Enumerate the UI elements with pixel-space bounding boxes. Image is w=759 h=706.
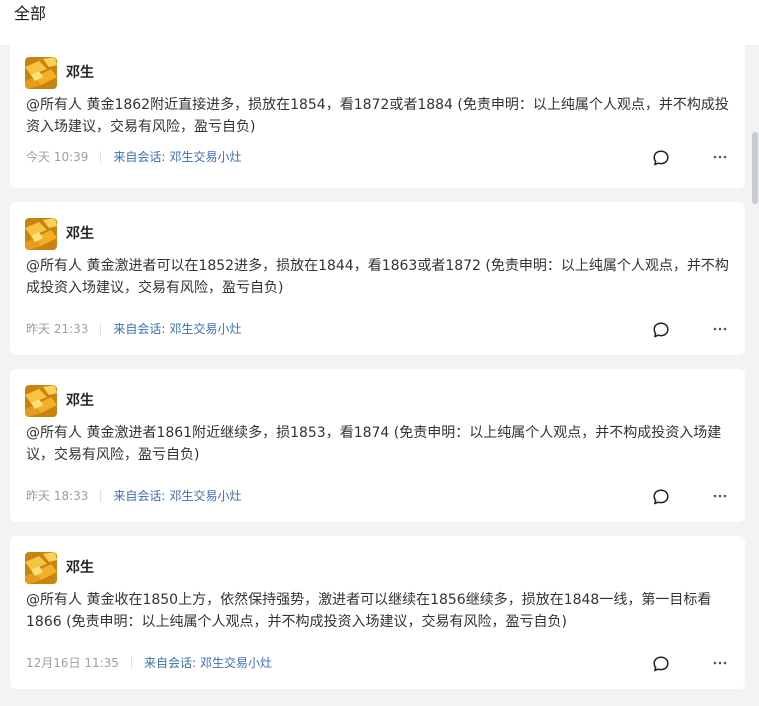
source-label: 来自会话:: [113, 489, 166, 503]
post-content: @所有人 黄金收在1850上方，依然保持强势，激进者可以继续在1856继续多，损…: [26, 592, 712, 630]
source-link[interactable]: 邓生交易小灶: [169, 488, 241, 504]
post-meta: 昨天 21:33 来自会话: 邓生交易小灶: [26, 321, 241, 337]
post-meta: 昨天 18:33 来自会话: 邓生交易小灶: [26, 488, 241, 504]
post-time: 12月16日 11:35: [26, 656, 119, 670]
comment-icon: [653, 489, 669, 505]
comment-button[interactable]: [652, 655, 670, 673]
gold-bars-icon: [25, 552, 57, 584]
post-card: 邓生 @所有人 黄金1862附近直接进多，损放在1854，看1872或者1884…: [10, 41, 745, 188]
post-content: @所有人 黄金激进者1861附近继续多，损1853，看1874 (免责申明：以上…: [26, 425, 722, 463]
meta-divider: [130, 657, 132, 669]
more-button[interactable]: [710, 654, 730, 672]
post-content: @所有人 黄金1862附近直接进多，损放在1854，看1872或者1884 (免…: [26, 97, 729, 135]
post-time: 昨天 21:33: [26, 322, 89, 336]
gold-bars-icon: [25, 385, 57, 417]
gold-bars-icon: [25, 57, 57, 89]
gold-bars-icon: [25, 218, 57, 250]
author-avatar[interactable]: [25, 218, 57, 250]
post-card: 邓生 @所有人 黄金激进者可以在1852进多，损放在1844，看1863或者18…: [10, 202, 745, 355]
comment-button[interactable]: [652, 321, 670, 339]
scrollbar-thumb[interactable]: [752, 132, 758, 204]
author-name[interactable]: 邓生: [66, 225, 94, 243]
more-icon: [713, 661, 727, 665]
post-feed: 邓生 @所有人 黄金1862附近直接进多，损放在1854，看1872或者1884…: [0, 41, 759, 706]
more-icon: [713, 494, 727, 498]
author-avatar[interactable]: [25, 57, 57, 89]
source-link[interactable]: 邓生交易小灶: [169, 149, 241, 165]
source-link[interactable]: 邓生交易小灶: [169, 321, 241, 337]
meta-divider: [100, 490, 102, 502]
source-link[interactable]: 邓生交易小灶: [200, 655, 272, 671]
source-label: 来自会话:: [113, 322, 166, 336]
meta-divider: [100, 151, 102, 163]
author-avatar[interactable]: [25, 552, 57, 584]
comment-button[interactable]: [652, 149, 670, 167]
post-time: 今天 10:39: [26, 150, 89, 164]
source-label: 来自会话:: [143, 656, 196, 670]
more-button[interactable]: [710, 320, 730, 338]
author-name[interactable]: 邓生: [66, 559, 94, 577]
post-time: 昨天 18:33: [26, 489, 89, 503]
source-label: 来自会话:: [113, 150, 166, 164]
more-icon: [713, 155, 727, 159]
post-card: 邓生 @所有人 黄金激进者1861附近继续多，损1853，看1874 (免责申明…: [10, 369, 745, 522]
post-meta: 12月16日 11:35 来自会话: 邓生交易小灶: [26, 655, 272, 671]
author-avatar[interactable]: [25, 385, 57, 417]
comment-icon: [653, 150, 669, 166]
more-button[interactable]: [710, 148, 730, 166]
author-name[interactable]: 邓生: [66, 64, 94, 82]
post-card: 邓生 @所有人 黄金收在1850上方，依然保持强势，激进者可以继续在1856继续…: [10, 536, 745, 689]
post-content: @所有人 黄金激进者可以在1852进多，损放在1844，看1863或者1872 …: [26, 258, 729, 296]
author-name[interactable]: 邓生: [66, 392, 94, 410]
top-bar: 全部: [0, 0, 759, 46]
post-meta: 今天 10:39 来自会话: 邓生交易小灶: [26, 149, 241, 165]
comment-button[interactable]: [652, 488, 670, 506]
meta-divider: [100, 323, 102, 335]
page-title[interactable]: 全部: [14, 4, 46, 24]
more-icon: [713, 327, 727, 331]
comment-icon: [653, 656, 669, 672]
more-button[interactable]: [710, 487, 730, 505]
comment-icon: [653, 322, 669, 338]
